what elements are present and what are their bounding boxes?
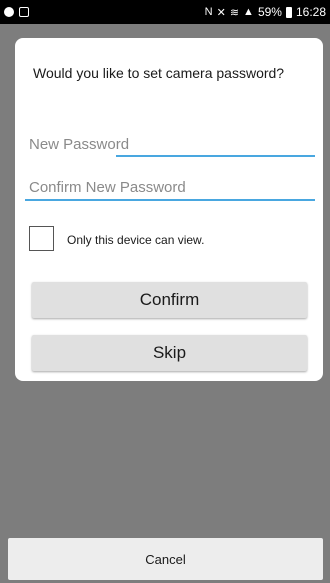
image-icon: [19, 7, 29, 17]
dialog-title: Would you like to set camera password?: [33, 65, 285, 81]
status-bar-right: N ✕ ≋ ▲ 59% 16:28: [205, 5, 326, 19]
battery-icon: [285, 6, 292, 18]
battery-percent: 59%: [257, 5, 282, 19]
confirm-password-input[interactable]: [29, 174, 314, 200]
clock: 16:28: [295, 5, 326, 19]
new-password-underline: [116, 155, 315, 157]
confirm-button[interactable]: Confirm: [32, 282, 307, 318]
skype-icon: [4, 7, 14, 17]
nfc-icon: N: [204, 6, 213, 18]
only-this-device-checkbox[interactable]: [29, 226, 54, 251]
password-dialog: Would you like to set camera password? O…: [15, 38, 323, 381]
confirm-password-underline: [25, 199, 315, 201]
status-bar-left: [4, 7, 29, 17]
cancel-button[interactable]: Cancel: [8, 538, 323, 580]
checkbox-label: Only this device can view.: [67, 233, 205, 247]
mute-icon: ✕: [216, 6, 226, 19]
signal-icon: ▲: [243, 6, 254, 18]
skip-button[interactable]: Skip: [32, 335, 307, 371]
new-password-input[interactable]: [29, 131, 314, 157]
wifi-icon: ≋: [229, 6, 240, 19]
status-bar: N ✕ ≋ ▲ 59% 16:28: [0, 0, 330, 24]
